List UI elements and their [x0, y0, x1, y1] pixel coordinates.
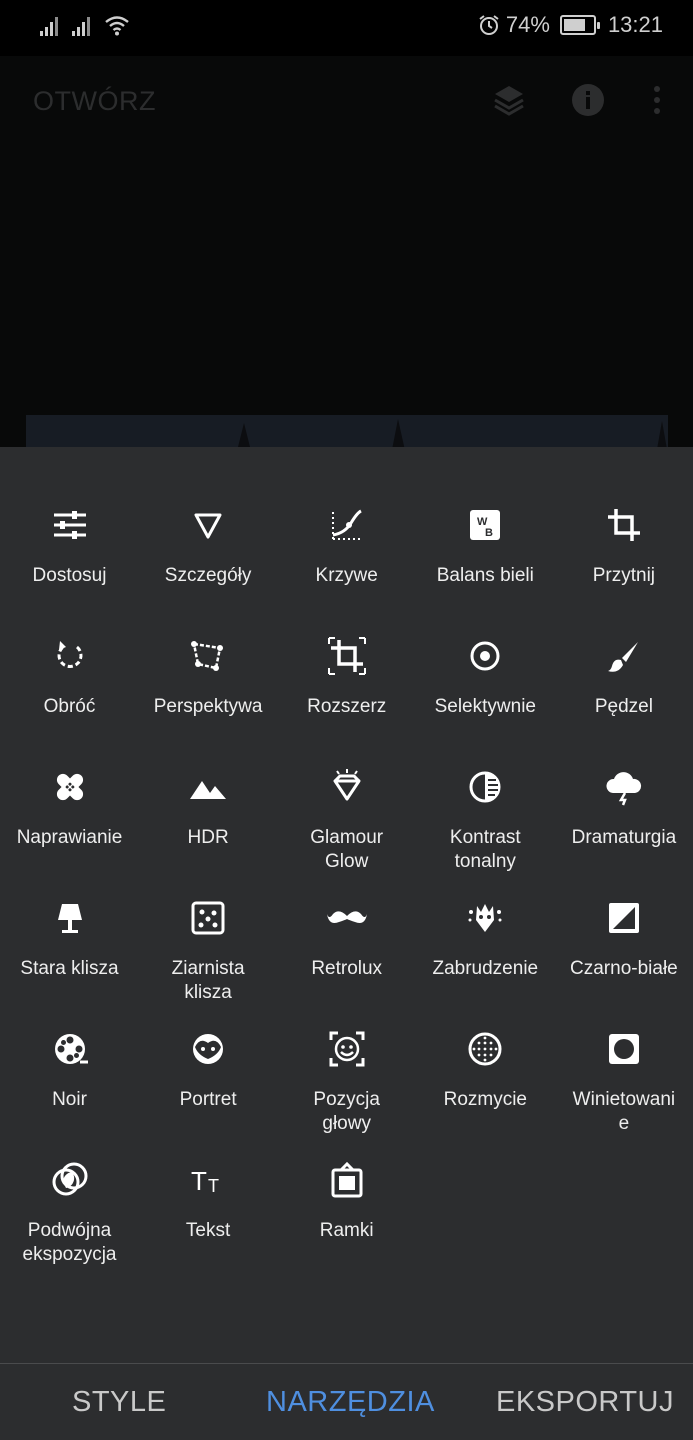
battery-level: [563, 19, 585, 31]
crop-icon: [607, 509, 640, 541]
white-balance-icon: WB: [470, 510, 501, 540]
film-reel-icon: [54, 1034, 88, 1064]
tool-perspective[interactable]: Perspektywa: [139, 578, 278, 717]
tool-grain[interactable]: Ziarnista klisza: [139, 840, 278, 1003]
rotate-icon: [57, 641, 82, 668]
tool-mustache[interactable]: Retrolux: [277, 840, 416, 979]
svg-text:B: B: [485, 527, 493, 539]
signal-icon: [40, 14, 64, 36]
status-right: 74% 13:21: [478, 12, 663, 38]
vignette-icon: [608, 1034, 639, 1064]
perspective-icon: [191, 641, 224, 671]
double-exposure-icon: [52, 1162, 87, 1196]
triangle-icon: [194, 513, 222, 539]
signal-icon-2: [72, 14, 96, 36]
tool-label: Tekst: [185, 1220, 231, 1241]
tool-face[interactable]: Portret: [139, 971, 278, 1110]
svg-text:T: T: [191, 1166, 207, 1196]
sliders-icon: [53, 511, 86, 539]
tool-curves[interactable]: Krzywe: [277, 447, 416, 586]
diamond-icon: [333, 769, 361, 801]
grain-icon: [191, 901, 225, 935]
wifi-icon: [105, 16, 129, 36]
tool-rotate[interactable]: Obróć: [0, 578, 139, 717]
face-icon: [193, 1034, 224, 1064]
open-button[interactable]: OTWÓRZ: [33, 86, 156, 117]
mountains-icon: [190, 781, 227, 799]
bottom-nav: STYLE NARZĘDZIA EKSPORTUJ: [0, 1363, 693, 1440]
mustache-icon: [326, 911, 367, 923]
selective-icon: [470, 641, 500, 671]
tool-black-white[interactable]: Czarno-białe: [554, 840, 693, 979]
tool-label: Ramki: [319, 1220, 374, 1241]
svg-text:T: T: [208, 1176, 219, 1196]
tool-film-reel[interactable]: Noir: [0, 971, 139, 1110]
tool-expand[interactable]: Rozszerz: [277, 578, 416, 717]
expand-icon: [327, 637, 366, 675]
tool-lamp[interactable]: Stara klisza: [0, 840, 139, 979]
alarm-icon: [479, 15, 499, 35]
tool-white-balance[interactable]: W B Balans bieli: [416, 447, 555, 586]
tool-double-exposure[interactable]: Podwójna ekspozycja: [0, 1102, 139, 1265]
tool-label: Winietowani e: [572, 1089, 676, 1134]
tool-tonal-contrast[interactable]: Kontrast tonalny: [416, 709, 555, 872]
tool-mountains[interactable]: HDR: [139, 709, 278, 848]
tonal-contrast-icon: [469, 771, 501, 803]
tool-sliders[interactable]: Dostosuj: [0, 447, 139, 586]
tool-storm-cloud[interactable]: Dramaturgia: [554, 709, 693, 848]
tool-frames[interactable]: Ramki: [277, 1102, 416, 1241]
tool-brush[interactable]: Pędzel: [554, 578, 693, 717]
tool-triangle[interactable]: Szczegóły: [139, 447, 278, 586]
blur-icon: [468, 1032, 502, 1066]
tool-vignette[interactable]: Winietowani e: [554, 971, 693, 1134]
tab-tools[interactable]: NARZĘDZIA: [266, 1386, 435, 1419]
tool-healing[interactable]: Naprawianie: [0, 709, 139, 848]
tools-sheet: Dostosuj Szczegóły Krzywe W B Balans bieli Prz…: [0, 447, 693, 1363]
text-icon: TT: [191, 1166, 219, 1196]
tool-blur[interactable]: Rozmycie: [416, 971, 555, 1110]
tool-head-pose[interactable]: Pozycja głowy: [277, 971, 416, 1134]
status-left: [40, 14, 130, 36]
tab-export[interactable]: EKSPORTUJ: [496, 1386, 674, 1419]
battery-percent: 74%: [505, 12, 550, 37]
tool-diamond[interactable]: Glamour Glow: [277, 709, 416, 872]
curves-icon: [331, 509, 362, 540]
frames-icon: [331, 1161, 363, 1198]
more-vert-icon[interactable]: [637, 80, 677, 120]
tool-label: Rozmycie: [443, 1089, 527, 1110]
brush-icon: [607, 642, 638, 672]
tool-grunge[interactable]: Zabrudzenie: [416, 840, 555, 979]
lamp-icon: [57, 904, 82, 933]
grunge-icon: [468, 904, 502, 932]
healing-icon: [56, 773, 83, 801]
layers-stack-icon[interactable]: [489, 80, 529, 120]
black-white-icon: [608, 903, 639, 933]
status-bar: 74% 13:21: [0, 0, 693, 56]
storm-cloud-icon: [606, 772, 641, 806]
info-icon[interactable]: [568, 80, 608, 120]
battery-icon: [559, 15, 600, 35]
tool-label: Podwójna ekspozycja: [22, 1220, 117, 1265]
tool-selective[interactable]: Selektywnie: [416, 578, 555, 717]
head-pose-icon: [329, 1031, 365, 1067]
tool-text[interactable]: T T Tekst: [139, 1102, 278, 1241]
clock: 13:21: [607, 12, 663, 37]
tab-style[interactable]: STYLE: [72, 1386, 166, 1419]
tool-crop[interactable]: Przytnij: [554, 447, 693, 586]
